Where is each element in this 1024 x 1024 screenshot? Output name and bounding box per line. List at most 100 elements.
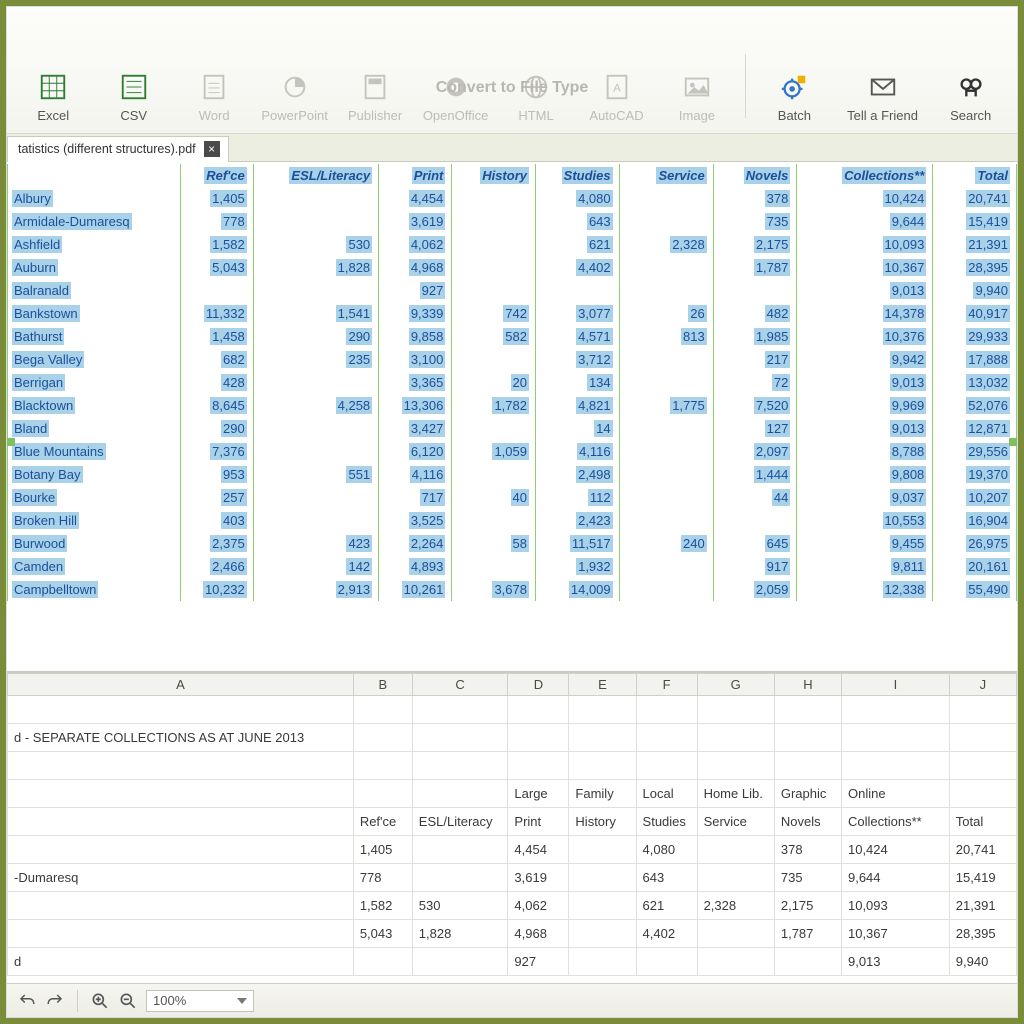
table-row[interactable]: Armidale-Dumaresq7783,6196437359,64415,4… (8, 210, 1017, 233)
column-header[interactable]: F (636, 674, 697, 696)
column-header[interactable]: A (8, 674, 354, 696)
column-header[interactable]: B (353, 674, 412, 696)
table-row[interactable]: Botany Bay9535514,1162,4981,4449,80819,3… (8, 463, 1017, 486)
cell: 9,644 (797, 210, 933, 233)
table-row[interactable]: Bankstown11,3321,5419,3397423,0772648214… (8, 302, 1017, 325)
cell: 12,338 (797, 578, 933, 601)
cell (353, 780, 412, 808)
cell: ESL/Literacy (412, 808, 508, 836)
table-row[interactable]: Albury1,4054,4544,08037810,42420,741 (8, 187, 1017, 210)
redo-icon[interactable] (45, 991, 65, 1011)
cell (619, 417, 713, 440)
table-row[interactable]: Ashfield1,5825304,0626212,3282,17510,093… (8, 233, 1017, 256)
cell: 927 (379, 279, 452, 302)
cell (412, 836, 508, 864)
table-row[interactable]: LargeFamilyLocalHome Lib.GraphicOnline (8, 780, 1017, 808)
cell (619, 187, 713, 210)
table-row[interactable]: Ref'ceESL/LiteracyPrintHistoryStudiesSer… (8, 808, 1017, 836)
table-row[interactable]: Bland2903,427141279,01312,871 (8, 417, 1017, 440)
table-row[interactable]: d - SEPARATE COLLECTIONS AS AT JUNE 2013 (8, 724, 1017, 752)
cell: 52,076 (933, 394, 1017, 417)
ruler-handle-right[interactable] (1009, 438, 1017, 446)
spreadsheet-preview-pane[interactable]: ABCDEFGHIJd - SEPARATE COLLECTIONS AS AT… (7, 673, 1017, 983)
close-icon[interactable]: × (204, 141, 220, 157)
table-row[interactable]: Balranald9279,0139,940 (8, 279, 1017, 302)
cell: Family (569, 780, 636, 808)
column-header[interactable]: H (774, 674, 841, 696)
pdf-table: Ref'ceESL/LiteracyPrintHistoryStudiesSer… (7, 164, 1017, 601)
table-row[interactable]: Burwood2,3754232,2645811,5172406459,4552… (8, 532, 1017, 555)
cell: 3,619 (379, 210, 452, 233)
zoom-out-icon[interactable] (118, 991, 138, 1011)
cell: 3,712 (536, 348, 620, 371)
cell: 3,077 (536, 302, 620, 325)
column-header[interactable]: E (569, 674, 636, 696)
cad-button: AAutoCAD (576, 66, 656, 127)
csv-button[interactable]: CSV (93, 66, 173, 127)
table-row[interactable]: 1,5825304,0626212,3282,17510,09321,391 (8, 892, 1017, 920)
cell (452, 417, 536, 440)
cell: 530 (253, 233, 378, 256)
cell: 11,517 (536, 532, 620, 555)
table-row[interactable] (8, 752, 1017, 780)
table-row[interactable]: Blue Mountains7,3766,1201,0594,1162,0978… (8, 440, 1017, 463)
table-row[interactable]: Bourke25771740112449,03710,207 (8, 486, 1017, 509)
table-row[interactable]: Blacktown8,6454,25813,3061,7824,8211,775… (8, 394, 1017, 417)
zoom-in-icon[interactable] (90, 991, 110, 1011)
table-row[interactable]: Auburn5,0431,8284,9684,4021,78710,36728,… (8, 256, 1017, 279)
cell: Service (697, 808, 774, 836)
table-row[interactable] (8, 696, 1017, 724)
table-row[interactable]: Bathurst1,4582909,8585824,5718131,98510,… (8, 325, 1017, 348)
cell: 4,116 (536, 440, 620, 463)
tell-button[interactable]: Tell a Friend (835, 66, 931, 127)
cell (536, 279, 620, 302)
cell: Online (841, 780, 949, 808)
cell (8, 780, 354, 808)
table-row[interactable]: 5,0431,8284,9684,4021,78710,36728,395 (8, 920, 1017, 948)
cell (619, 371, 713, 394)
cell (697, 836, 774, 864)
cell: 778 (180, 210, 253, 233)
pdf-preview-pane[interactable]: Ref'ceESL/LiteracyPrintHistoryStudiesSer… (7, 162, 1017, 673)
pdf-header: Total (933, 164, 1017, 187)
column-header[interactable]: G (697, 674, 774, 696)
table-row[interactable]: Berrigan4283,36520134729,01313,032 (8, 371, 1017, 394)
cell: Home Lib. (697, 780, 774, 808)
column-header[interactable]: I (841, 674, 949, 696)
table-row[interactable]: -Dumaresq7783,6196437359,64415,419 (8, 864, 1017, 892)
excel-button[interactable]: Excel (13, 66, 93, 127)
cell: 3,678 (452, 578, 536, 601)
undo-icon[interactable] (17, 991, 37, 1011)
column-header[interactable]: J (949, 674, 1016, 696)
cell (713, 279, 797, 302)
column-header[interactable]: D (508, 674, 569, 696)
batch-button[interactable]: Batch (754, 66, 834, 127)
cell: 5,043 (353, 920, 412, 948)
zoom-select[interactable]: 100% (146, 990, 254, 1012)
cell: 1,458 (180, 325, 253, 348)
pdf-header: Ref'ce (180, 164, 253, 187)
cell (619, 256, 713, 279)
row-name: Campbelltown (8, 578, 181, 601)
cell: 1,787 (774, 920, 841, 948)
toolbar: ExcelCSVWordPowerPointPublisherOpenOffic… (7, 45, 1017, 133)
cell: 735 (774, 864, 841, 892)
cell: 28,395 (933, 256, 1017, 279)
search-button[interactable]: Search (930, 66, 1010, 127)
table-row[interactable]: Broken Hill4033,5252,42310,55316,904 (8, 509, 1017, 532)
table-row[interactable]: 1,4054,4544,08037810,42420,741 (8, 836, 1017, 864)
ppt-button: PowerPoint (254, 66, 334, 127)
cell: 7,376 (180, 440, 253, 463)
document-tab[interactable]: tatistics (different structures).pdf × (7, 136, 229, 162)
cell: 9,013 (797, 371, 933, 394)
cell: 6,120 (379, 440, 452, 463)
column-header[interactable]: C (412, 674, 508, 696)
table-row[interactable]: Campbelltown10,2322,91310,2613,67814,009… (8, 578, 1017, 601)
table-row[interactable]: d9279,0139,940 (8, 948, 1017, 976)
table-row[interactable]: Camden2,4661424,8931,9329179,81120,161 (8, 555, 1017, 578)
table-row[interactable]: Bega Valley6822353,1003,7122179,94217,88… (8, 348, 1017, 371)
cell (569, 836, 636, 864)
cell: 19,370 (933, 463, 1017, 486)
cell (619, 509, 713, 532)
ruler-handle-left[interactable] (7, 438, 15, 446)
